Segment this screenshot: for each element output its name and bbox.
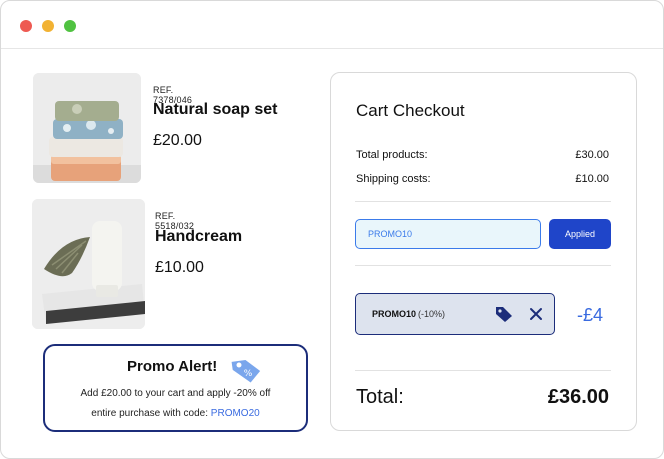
promo-alert-text: Add £20.00 to your cart and apply -20% o… <box>80 388 271 399</box>
title-bar <box>1 1 663 49</box>
cart-checkout-panel: Cart Checkout Total products: £30.00 Shi… <box>330 72 637 431</box>
total-products-value: £30.00 <box>575 149 609 161</box>
product-name[interactable]: Handcream <box>155 228 242 246</box>
promo-code-input[interactable] <box>355 219 541 249</box>
applied-button[interactable]: Applied <box>549 219 611 249</box>
tag-icon <box>495 305 513 328</box>
promo-alert-code-line: entire purchase with code: PROMO20 <box>45 408 306 419</box>
soap-stack-photo <box>33 73 141 183</box>
divider <box>355 370 611 371</box>
divider <box>355 265 611 266</box>
product-image-soap <box>33 73 141 183</box>
applied-promo-code: PROMO10 <box>372 309 417 319</box>
shipping-costs-value: £10.00 <box>575 173 609 185</box>
tag-icon: % <box>229 354 263 389</box>
applied-promo-chip: PROMO10 (-10%) <box>355 293 555 335</box>
checkout-title: Cart Checkout <box>356 101 465 120</box>
divider <box>355 201 611 202</box>
app-window: REF. 7378/046 Natural soap set £20.00 RE… <box>0 0 664 459</box>
promo-alert-card: Promo Alert! % Add £20.00 to your cart a… <box>43 344 308 432</box>
discount-amount: -£4 <box>577 305 604 325</box>
product-price: £20.00 <box>153 132 202 149</box>
applied-promo-percent: (-10%) <box>418 309 446 319</box>
product-name[interactable]: Natural soap set <box>153 101 277 119</box>
minimize-window-button[interactable] <box>42 20 54 32</box>
shipping-costs-label: Shipping costs: <box>356 173 431 185</box>
svg-text:%: % <box>244 369 253 379</box>
product-price: £10.00 <box>155 259 204 276</box>
promo-alert-text: entire purchase with code: <box>91 408 211 419</box>
promo-code-link[interactable]: PROMO20 <box>211 408 260 419</box>
promo-alert-title: Promo Alert! <box>127 358 218 375</box>
total-label: Total: <box>356 386 404 408</box>
close-window-button[interactable] <box>20 20 32 32</box>
maximize-window-button[interactable] <box>64 20 76 32</box>
handcream-tube-photo <box>32 199 145 329</box>
product-image-handcream <box>32 199 145 329</box>
total-value: £36.00 <box>547 386 609 408</box>
total-products-label: Total products: <box>356 149 428 161</box>
remove-promo-close-icon[interactable] <box>528 306 544 322</box>
